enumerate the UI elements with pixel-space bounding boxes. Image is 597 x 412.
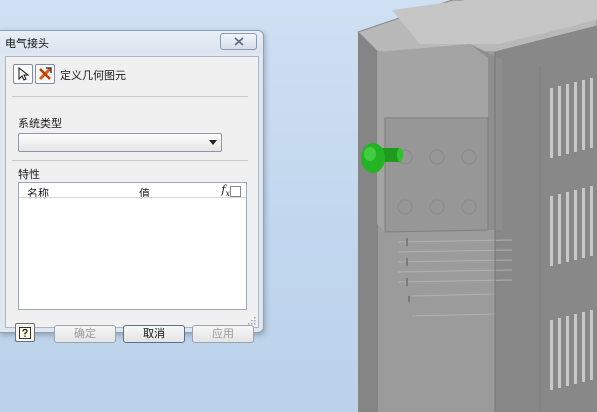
define-geometry-button[interactable] [35,64,55,84]
resize-grip-icon[interactable] [248,317,256,325]
geometry-icon [38,67,52,81]
properties-table[interactable]: 名称 值 fx [18,182,247,310]
electrical-connector-dialog: 电气接头 定义几何图元 系统类型 特性 名称 值 fx 确定 取消 应用 [0,30,264,343]
header-divider [19,197,246,198]
dialog-title: 电气接头 [5,37,49,50]
help-icon [19,326,31,339]
dialog-titlebar[interactable]: 电气接头 [0,31,263,53]
apply-button[interactable]: 应用 [192,325,254,343]
fx-icon: fx [221,183,230,198]
system-type-group [12,96,248,97]
fx-toggle-checkbox[interactable] [230,186,241,197]
system-type-label: 系统类型 [18,115,62,131]
select-arrow-icon [18,67,29,81]
cancel-button[interactable]: 取消 [123,325,185,343]
dialog-client-area: 定义几何图元 系统类型 特性 名称 值 fx 确定 取消 应用 [5,56,259,343]
help-button[interactable] [15,323,35,342]
system-type-dropdown[interactable] [18,133,222,152]
close-button[interactable] [220,33,257,50]
select-tool-button[interactable] [13,64,33,84]
properties-divider [12,160,248,161]
column-header-name: 名称 [27,187,49,200]
ok-button[interactable]: 确定 [54,325,116,343]
dropdown-arrow-icon [209,140,217,145]
properties-label: 特性 [18,166,40,182]
close-icon [233,37,244,46]
column-header-value: 值 [139,187,150,200]
define-geometry-label: 定义几何图元 [60,69,126,82]
